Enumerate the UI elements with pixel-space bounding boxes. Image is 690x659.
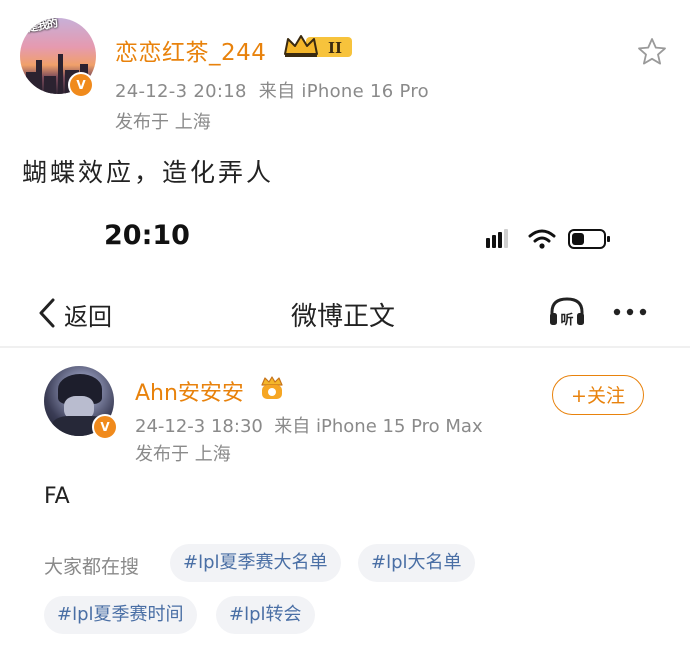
signal-icon <box>486 229 508 248</box>
more-icon[interactable] <box>612 300 648 324</box>
username[interactable]: 恋恋红茶_244 <box>115 33 266 67</box>
wifi-icon <box>528 229 556 249</box>
status-time: 20:10 <box>104 220 190 251</box>
post-location: 发布于 上海 <box>135 444 231 465</box>
hashtag-chip[interactable]: #lpl转会 <box>216 596 315 634</box>
back-chevron-icon <box>39 298 55 328</box>
post-location: 发布于 上海 <box>115 112 211 133</box>
username[interactable]: Ahn安安安 <box>135 375 244 407</box>
verified-badge-icon: V <box>92 414 118 440</box>
headphones-icon[interactable]: 听 <box>547 294 587 330</box>
trending-search-label: 大家都在搜 <box>44 556 140 578</box>
page-title: 微博正文 <box>291 302 396 332</box>
hashtag-chip[interactable]: #lpl夏季赛时间 <box>44 596 197 634</box>
post-text: FA <box>44 484 70 509</box>
vip-badge-icon <box>261 376 283 399</box>
back-label: 返回 <box>64 303 112 331</box>
follow-button[interactable]: +关注 <box>552 375 644 415</box>
hashtag-chip[interactable]: #lpl大名单 <box>358 544 475 582</box>
battery-icon <box>568 229 610 249</box>
verified-badge-icon: V <box>68 72 94 98</box>
hashtag-chip[interactable]: #lpl夏季赛大名单 <box>170 544 341 582</box>
listen-label: 听 <box>560 312 573 328</box>
avatar-sticker-text: 你是我的 <box>20 18 59 37</box>
post-meta: 24-12-3 20:18 来自 iPhone 16 Pro <box>115 81 429 102</box>
status-icons <box>486 229 610 249</box>
divider <box>0 346 690 348</box>
member-level: II <box>328 39 342 57</box>
star-icon[interactable] <box>636 36 668 68</box>
back-button[interactable]: 返回 <box>36 295 126 331</box>
post-meta: 24-12-3 18:30 来自 iPhone 15 Pro Max <box>135 416 483 437</box>
post-text: 蝴蝶效应，造化弄人 <box>22 158 275 187</box>
crown-icon: II <box>284 35 352 57</box>
